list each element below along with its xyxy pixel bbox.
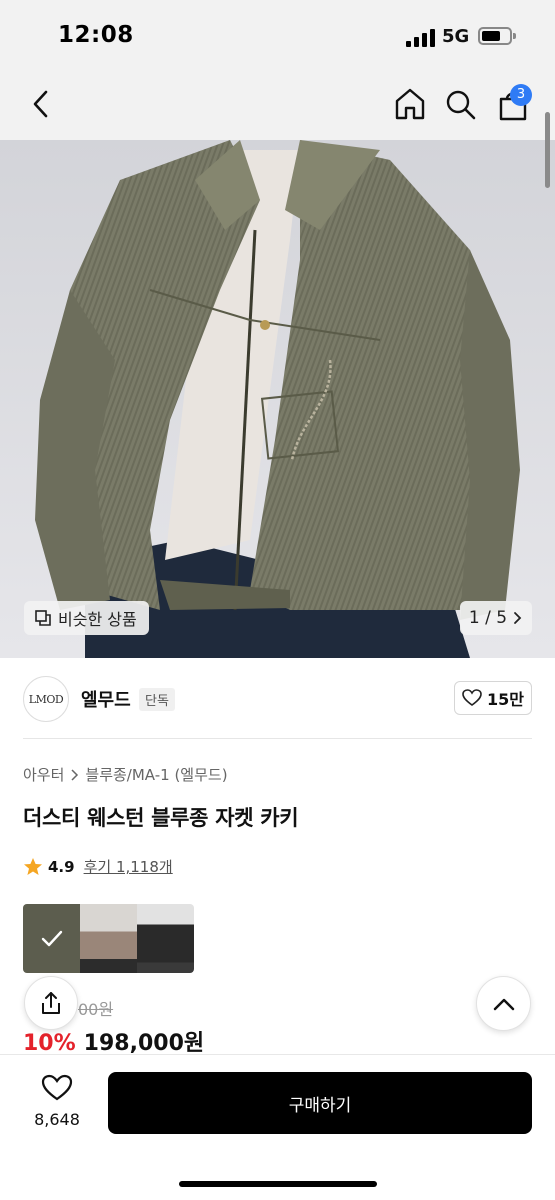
similar-products-label: 비슷한 상품 — [58, 610, 137, 629]
search-icon[interactable] — [444, 88, 478, 122]
chevron-up-icon — [493, 998, 514, 1010]
home-indicator — [179, 1181, 377, 1187]
breadcrumb-item-category[interactable]: 아우터 — [23, 764, 64, 785]
copy-icon — [35, 610, 51, 626]
exclusive-badge: 단독 — [139, 688, 175, 711]
page-indicator-label: 1 / 5 — [468, 608, 508, 628]
breadcrumb: 아우터 블루종/MA-1 (엘무드) — [23, 764, 228, 785]
brand-like-button[interactable]: 15만 — [454, 681, 532, 715]
scroll-to-top-button[interactable] — [476, 976, 531, 1031]
home-icon[interactable] — [392, 86, 428, 122]
color-thumb-khaki[interactable] — [23, 904, 80, 973]
divider — [23, 738, 532, 739]
check-icon — [23, 904, 80, 973]
image-page-indicator[interactable]: 1 / 5 — [460, 601, 532, 635]
chevron-right-icon — [71, 768, 79, 781]
original-price: 00원 — [78, 1000, 114, 1019]
sale-price: 198,000원 — [83, 1031, 205, 1056]
color-options — [23, 904, 194, 973]
color-thumb-beige[interactable] — [80, 904, 137, 973]
scrollbar-thumb[interactable] — [545, 112, 550, 188]
wishlist-count: 8,648 — [34, 1110, 80, 1129]
wishlist-button[interactable]: 8,648 — [24, 1074, 90, 1129]
product-image[interactable] — [0, 140, 555, 658]
share-button[interactable] — [24, 976, 78, 1030]
star-icon — [24, 857, 42, 875]
heart-icon — [462, 689, 482, 706]
chevron-right-icon — [514, 612, 522, 624]
signal-icon — [406, 29, 436, 47]
rating[interactable]: 4.9 후기 1,118개 — [23, 856, 173, 877]
chevron-left-icon[interactable] — [28, 88, 54, 120]
status-time: 12:08 — [58, 22, 134, 48]
cart-badge: 3 — [510, 84, 532, 106]
rating-score: 4.9 — [48, 857, 75, 876]
brand-name[interactable]: 엘무드 — [81, 686, 131, 712]
brand-like-count: 15만 — [487, 690, 524, 709]
product-title: 더스티 웨스턴 블루종 자켓 카키 — [23, 806, 299, 830]
battery-icon — [478, 27, 516, 45]
status-bar: 12:08 5G — [0, 0, 555, 72]
brand-logo[interactable]: LMOD — [23, 676, 69, 722]
similar-products-button[interactable]: 비슷한 상품 — [24, 601, 149, 635]
network-label: 5G — [442, 26, 470, 47]
breadcrumb-item-subcategory[interactable]: 블루종/MA-1 (엘무드) — [85, 764, 227, 785]
buy-button[interactable]: 구매하기 — [108, 1072, 532, 1134]
reviews-link[interactable]: 후기 1,118개 — [84, 856, 173, 877]
heart-icon — [41, 1074, 73, 1101]
color-thumb-black[interactable] — [137, 904, 194, 973]
share-icon — [42, 992, 60, 1014]
discount-rate: 10% — [23, 1031, 76, 1056]
